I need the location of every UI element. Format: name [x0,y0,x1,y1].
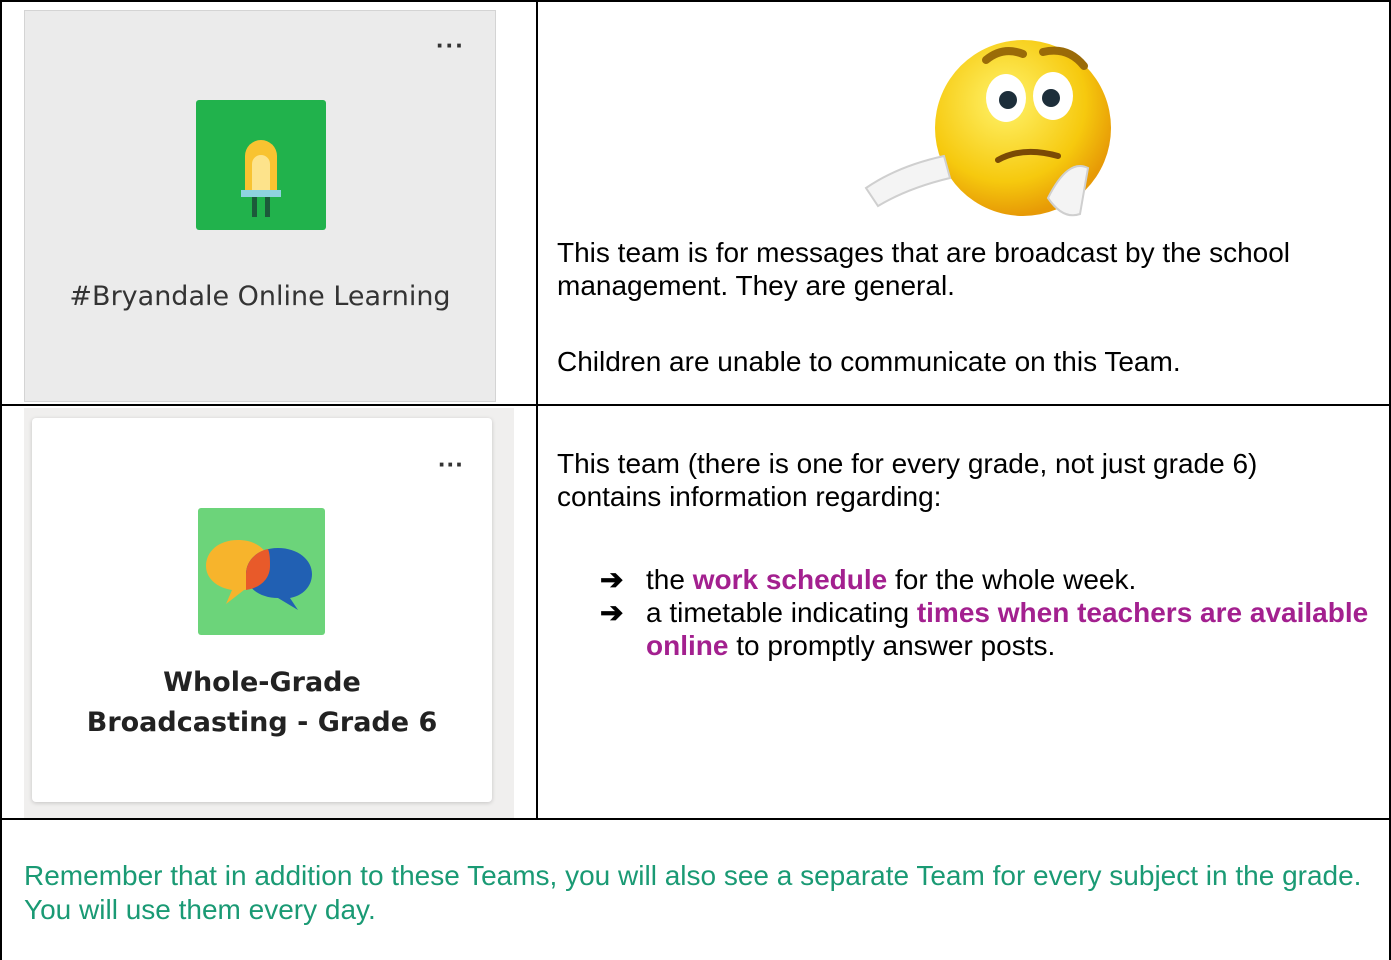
led-bulb-icon [241,140,281,217]
speech-bubbles-icon [206,540,312,610]
more-options-icon[interactable]: ··· [438,451,464,477]
arrow-icon: ➔ [600,564,624,595]
team-card-background: ··· Whole-Grade Broadcasting - Grade 6 [24,408,514,818]
team-card-grade6[interactable]: ··· Whole-Grade Broadcasting - Grade 6 [32,418,492,802]
table-divider-row1 [0,404,1391,406]
table-border-top [0,0,1391,2]
team-card-bryandale[interactable]: ··· #Bryandale Online Learning [24,10,496,402]
table-divider-row2 [0,818,1391,820]
team-name: #Bryandale Online Learning [69,281,451,312]
list-item: ➔ a timetable indicating times when teach… [600,597,1369,661]
table-border-left [0,0,2,960]
team-note: Children are unable to communicate on th… [557,346,1181,377]
list-item: ➔ the work schedule for the whole week. [600,564,1137,595]
team-icon-tile [198,508,325,635]
highlight-text: work schedule [692,564,888,595]
team-name: Whole-Grade Broadcasting - Grade 6 [86,667,438,738]
thinking-face-icon [864,40,1111,217]
arrow-icon: ➔ [600,597,624,628]
table-divider-vertical [536,0,538,820]
team-description: This team (there is one for every grade,… [557,448,1258,512]
team-icon-tile [196,100,326,230]
team-description: This team is for messages that are broad… [557,237,1291,301]
footer-note: Remember that in addition to these Teams… [24,860,1362,925]
more-options-icon[interactable]: ··· [436,32,465,58]
